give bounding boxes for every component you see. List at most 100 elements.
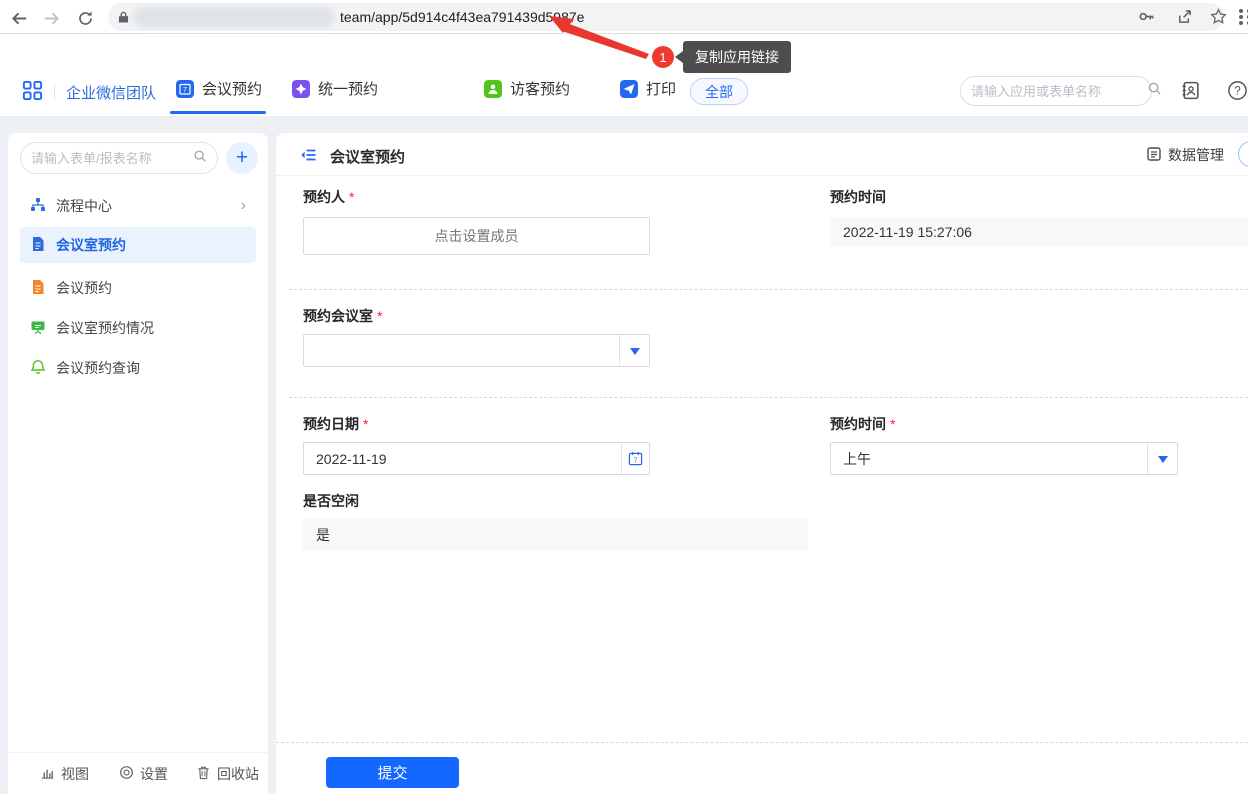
redacted-domain-blur xyxy=(134,7,334,27)
tab-print[interactable]: 打印 xyxy=(620,78,676,99)
browser-refresh-button[interactable] xyxy=(72,5,98,31)
footer-label: 视图 xyxy=(61,764,89,784)
divider xyxy=(54,84,55,100)
dashboard-screen-icon xyxy=(30,319,46,338)
active-tab-underline xyxy=(170,111,266,114)
tab-label: 统一预约 xyxy=(318,78,378,99)
help-icon[interactable]: ? xyxy=(1227,80,1248,106)
annotation-step-badge: 1 xyxy=(652,46,674,68)
time-select-value: 上午 xyxy=(831,443,1147,474)
sidebar-item-label: 会议预约查询 xyxy=(56,358,140,378)
app-grid-icon[interactable] xyxy=(22,80,43,106)
clipped-edge-button[interactable] xyxy=(1238,141,1248,167)
tab-label: 会议预约 xyxy=(202,78,262,99)
back-icon xyxy=(10,9,29,28)
form-doc-icon xyxy=(30,279,46,298)
sidebar-item-meeting-room-status[interactable]: 会议室预约情况 xyxy=(20,310,256,346)
sidebar-item-process-center[interactable]: 流程中心 › xyxy=(20,188,256,224)
field-label-created-time: 预约时间 xyxy=(830,187,886,207)
room-select[interactable] xyxy=(303,334,650,367)
browser-forward-button[interactable] xyxy=(38,5,64,31)
team-name-link[interactable]: 企业微信团队 xyxy=(66,82,156,103)
address-bar[interactable]: team/app/5d914c4f43ea791439d5987e xyxy=(108,3,1224,31)
sidebar-item-label: 流程中心 xyxy=(56,196,112,216)
data-list-icon xyxy=(1146,146,1162,165)
browser-menu-icon[interactable] xyxy=(1237,7,1248,32)
sidebar-item-meeting-room-reservation[interactable]: 会议室预约 xyxy=(20,227,256,263)
room-select-value xyxy=(304,335,619,366)
bookmark-star-icon[interactable] xyxy=(1210,8,1227,30)
tab-visitor-reservation[interactable]: 访客预约 xyxy=(484,78,570,99)
submit-button[interactable]: 提交 xyxy=(326,757,459,788)
form-header: 会议室预约 数据管理 xyxy=(276,133,1248,176)
app-search-input[interactable] xyxy=(971,84,1147,99)
sidebar-search-box[interactable] xyxy=(20,142,218,174)
gear-icon xyxy=(119,765,134,783)
chevron-down-icon xyxy=(630,348,640,360)
tab-unified-reservation[interactable]: 统一预约 xyxy=(292,78,378,99)
svg-text:7: 7 xyxy=(634,457,638,464)
sidebar-item-meeting-reservation[interactable]: 会议预约 xyxy=(20,270,256,306)
svg-text:?: ? xyxy=(1234,86,1240,98)
date-field[interactable]: 7 xyxy=(303,442,650,475)
chevron-right-icon: › xyxy=(241,197,246,215)
tooltip-arrow xyxy=(675,51,683,63)
meeting-reservation-icon: 7 xyxy=(176,80,194,98)
add-form-button[interactable]: + xyxy=(226,142,258,174)
tab-meeting-reservation[interactable]: 7 会议预约 xyxy=(176,78,262,99)
sidebar: + 流程中心 › 会议室预约 会议预约 会议室预约情况 xyxy=(8,133,268,794)
recycle-bin-button[interactable]: 回收站 xyxy=(196,764,259,784)
field-label-time: 预约时间* xyxy=(830,414,895,434)
svg-text:7: 7 xyxy=(183,87,187,94)
lock-icon xyxy=(118,10,129,29)
idle-value: 是 xyxy=(303,519,808,550)
reserver-input[interactable] xyxy=(303,217,650,255)
contacts-book-icon[interactable] xyxy=(1180,80,1201,106)
annotation-arrow xyxy=(545,10,665,65)
footer-label: 回收站 xyxy=(217,764,259,784)
sidebar-search-input[interactable] xyxy=(31,151,193,166)
required-asterisk: * xyxy=(363,416,368,432)
required-asterisk: * xyxy=(349,189,354,205)
sidebar-item-label: 会议室预约情况 xyxy=(56,318,154,338)
filter-all-pill[interactable]: 全部 xyxy=(690,78,748,105)
app-search-box[interactable] xyxy=(960,76,1152,106)
dropdown-button[interactable] xyxy=(1147,443,1177,474)
required-asterisk: * xyxy=(890,416,895,432)
views-button[interactable]: 视图 xyxy=(40,764,89,784)
calendar-button[interactable]: 7 xyxy=(621,443,649,474)
chevron-down-icon xyxy=(1158,456,1168,468)
sidebar-item-label: 会议预约 xyxy=(56,278,112,298)
sidebar-item-meeting-reservation-query[interactable]: 会议预约查询 xyxy=(20,350,256,386)
visitor-reservation-icon xyxy=(484,80,502,98)
tab-label: 打印 xyxy=(646,78,676,99)
section-divider xyxy=(289,289,1248,290)
copy-app-link-tooltip: 复制应用链接 xyxy=(683,41,791,73)
forward-icon xyxy=(42,9,61,28)
footer-label: 设置 xyxy=(140,764,168,784)
created-time-value: 2022-11-19 15:27:06 xyxy=(830,217,1248,247)
sidebar-footer: 视图 设置 回收站 xyxy=(8,752,268,794)
password-key-icon[interactable] xyxy=(1138,8,1155,30)
settings-button[interactable]: 设置 xyxy=(119,764,168,784)
browser-back-button[interactable] xyxy=(6,5,32,31)
tab-label: 访客预约 xyxy=(510,78,570,99)
page-title: 会议室预约 xyxy=(330,146,405,167)
collapse-sidebar-icon[interactable] xyxy=(300,146,318,169)
field-label-room: 预约会议室* xyxy=(303,306,382,326)
share-icon[interactable] xyxy=(1176,8,1193,30)
date-input[interactable] xyxy=(304,443,621,474)
time-select[interactable]: 上午 xyxy=(830,442,1178,475)
bar-chart-icon xyxy=(40,765,55,783)
data-manage-label: 数据管理 xyxy=(1168,145,1224,165)
unified-reservation-icon xyxy=(292,80,310,98)
calendar-icon: 7 xyxy=(628,451,643,466)
trash-icon xyxy=(196,765,211,783)
bell-icon xyxy=(30,359,46,378)
dropdown-button[interactable] xyxy=(619,335,649,366)
data-manage-button[interactable]: 数据管理 xyxy=(1146,145,1224,165)
print-icon xyxy=(620,80,638,98)
refresh-icon xyxy=(77,10,94,27)
flow-chart-icon xyxy=(30,197,46,216)
main-panel: 会议室预约 数据管理 预约人* 预约时间 2022-11-19 15:27:06… xyxy=(276,133,1248,794)
